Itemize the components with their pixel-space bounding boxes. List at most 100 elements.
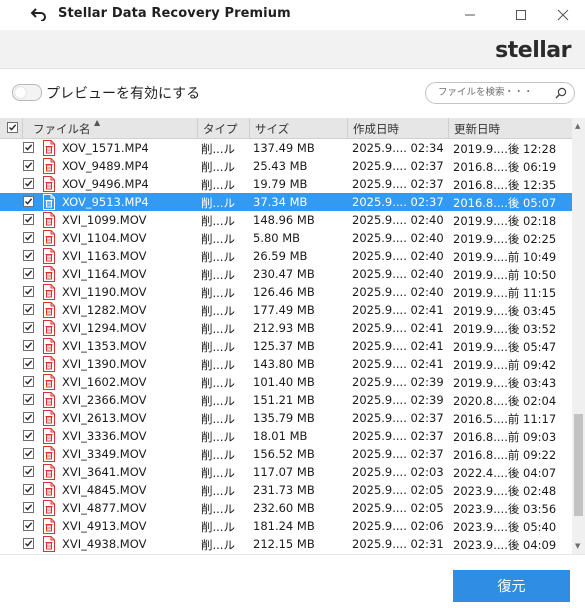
row-checkbox[interactable] — [23, 178, 34, 189]
table-row[interactable]: XVI_4938.MOV 削...ル 212.15 MB 2025.9.... 02:… — [0, 535, 572, 553]
table-row[interactable]: XVI_1353.MOV 削...ル 125.37 MB 2025.9.... 02:… — [0, 337, 572, 355]
search-box[interactable] — [425, 82, 575, 104]
deleted-file-icon — [43, 482, 55, 498]
cell-file-name: XOV_9489.MP4 — [62, 159, 149, 173]
maximize-button[interactable] — [498, 0, 544, 30]
column-header-modified[interactable]: 更新日時 — [454, 121, 500, 137]
preview-toggle-label: プレビューを有効にする — [46, 86, 201, 102]
scroll-up-arrow-icon[interactable]: ▲ — [575, 122, 580, 130]
table-row[interactable]: XVI_1164.MOV 削...ル 230.47 MB 2025.9.... 02:… — [0, 265, 572, 283]
cell-modified: 2019.9....後 02:25 — [453, 232, 557, 246]
header-separator[interactable] — [249, 118, 250, 138]
column-header-created[interactable]: 作成日時 — [353, 121, 399, 137]
select-all-checkbox[interactable] — [7, 122, 18, 133]
table-row[interactable]: XVI_3349.MOV 削...ル 156.52 MB 2025.9.... 02:… — [0, 445, 572, 463]
table-row[interactable]: XVI_4913.MOV 削...ル 181.24 MB 2025.9.... 02:… — [0, 517, 572, 535]
table-row[interactable]: XVI_3336.MOV 削...ル 18.01 MB 2025.9.... 02:3… — [0, 427, 572, 445]
table-row[interactable]: XVI_1104.MOV 削...ル 5.80 MB 2025.9.... 02:40… — [0, 229, 572, 247]
row-checkbox[interactable] — [23, 304, 34, 315]
header-separator[interactable] — [347, 118, 348, 138]
table-row[interactable]: XOV_9489.MP4 削...ル 25.43 MB 2025.9.... 02:3… — [0, 157, 572, 175]
cell-file-name: XVI_3336.MOV — [62, 429, 147, 443]
row-checkbox[interactable] — [23, 376, 34, 387]
column-header-size[interactable]: サイズ — [255, 121, 289, 137]
row-checkbox[interactable] — [23, 520, 34, 531]
row-checkbox[interactable] — [23, 250, 34, 261]
deleted-file-icon — [43, 392, 55, 408]
scroll-down-arrow-icon[interactable]: ▼ — [575, 542, 580, 550]
column-header-type[interactable]: タイプ — [203, 121, 238, 137]
cell-modified: 2023.9....後 05:40 — [453, 520, 557, 534]
cell-type: 削...ル — [201, 448, 235, 462]
table-row[interactable]: XVI_1163.MOV 削...ル 26.59 MB 2025.9.... 02:4… — [0, 247, 572, 265]
row-checkbox[interactable] — [23, 232, 34, 243]
cell-size: 19.79 MB — [253, 177, 308, 191]
scroll-thumb[interactable] — [574, 414, 583, 516]
row-checkbox[interactable] — [23, 412, 34, 423]
deleted-file-icon — [43, 410, 55, 426]
row-checkbox[interactable] — [23, 358, 34, 369]
table-row[interactable]: XOV_9513.MP4 削...ル 37.34 MB 2025.9.... 02:3… — [0, 193, 572, 211]
toggle-knob — [15, 87, 26, 98]
header-separator[interactable] — [197, 118, 198, 138]
back-arrow-icon[interactable] — [30, 7, 48, 21]
row-checkbox[interactable] — [23, 160, 34, 171]
row-checkbox[interactable] — [23, 430, 34, 441]
cell-modified: 2022.4....後 04:07 — [453, 466, 557, 480]
table-row[interactable]: XOV_9496.MP4 削...ル 19.79 MB 2025.9.... 02:3… — [0, 175, 572, 193]
row-checkbox[interactable] — [23, 214, 34, 225]
row-checkbox[interactable] — [23, 538, 34, 549]
row-checkbox[interactable] — [23, 322, 34, 333]
table-row[interactable]: XVI_1390.MOV 削...ル 143.80 MB 2025.9.... 02:… — [0, 355, 572, 373]
deleted-file-icon — [43, 158, 55, 174]
cell-type: 削...ル — [201, 304, 235, 318]
cell-file-name: XVI_3349.MOV — [62, 447, 147, 461]
cell-size: 231.73 MB — [253, 483, 315, 497]
cell-created: 2025.9.... 02:39 — [352, 375, 444, 389]
table-row[interactable]: XOV_1571.MP4 削...ル 137.49 MB 2025.9.... 02:… — [0, 139, 572, 157]
row-checkbox[interactable] — [23, 466, 34, 477]
cell-size: 151.21 MB — [253, 393, 315, 407]
row-checkbox[interactable] — [23, 142, 34, 153]
column-header-name[interactable]: ファイル名 — [33, 121, 91, 137]
search-icon[interactable] — [555, 87, 567, 99]
minimize-icon — [465, 14, 475, 16]
row-checkbox[interactable] — [23, 448, 34, 459]
table-row[interactable]: XVI_2366.MOV 削...ル 151.21 MB 2025.9.... 02:… — [0, 391, 572, 409]
search-input[interactable] — [438, 85, 548, 100]
cell-created: 2025.9.... 02:37 — [352, 159, 444, 173]
table-row[interactable]: XVI_1602.MOV 削...ル 101.40 MB 2025.9.... 02:… — [0, 373, 572, 391]
cell-type: 削...ル — [201, 412, 235, 426]
cell-created: 2025.9.... 02:40 — [352, 213, 444, 227]
row-checkbox[interactable] — [23, 268, 34, 279]
cell-created: 2025.9.... 02:40 — [352, 285, 444, 299]
cell-created: 2025.9.... 02:40 — [352, 231, 444, 245]
preview-toggle[interactable] — [12, 84, 42, 101]
table-row[interactable]: XVI_4845.MOV 削...ル 231.73 MB 2025.9.... 02:… — [0, 481, 572, 499]
cell-file-name: XVI_4913.MOV — [62, 519, 147, 533]
row-checkbox[interactable] — [23, 286, 34, 297]
table-row[interactable]: XVI_4877.MOV 削...ル 232.60 MB 2025.9.... 02:… — [0, 499, 572, 517]
deleted-file-icon — [43, 194, 55, 210]
cell-modified: 2016.8....後 06:19 — [453, 160, 557, 174]
table-row[interactable]: XVI_2613.MOV 削...ル 135.79 MB 2025.9.... 02:… — [0, 409, 572, 427]
table-row[interactable]: XVI_1099.MOV 削...ル 148.96 MB 2025.9.... 02:… — [0, 211, 572, 229]
cell-size: 18.01 MB — [253, 429, 308, 443]
table-row[interactable]: XVI_3641.MOV 削...ル 117.07 MB 2025.9.... 02:… — [0, 463, 572, 481]
minimize-button[interactable] — [447, 0, 493, 30]
window-title: Stellar Data Recovery Premium — [58, 6, 291, 21]
row-checkbox[interactable] — [23, 340, 34, 351]
header-separator[interactable] — [448, 118, 449, 138]
close-button[interactable] — [540, 0, 585, 30]
row-checkbox[interactable] — [23, 484, 34, 495]
row-checkbox[interactable] — [23, 394, 34, 405]
row-checkbox[interactable] — [23, 502, 34, 513]
table-row[interactable]: XVI_1190.MOV 削...ル 126.46 MB 2025.9.... 02:… — [0, 283, 572, 301]
row-checkbox[interactable] — [23, 196, 34, 207]
table-row[interactable]: XVI_1294.MOV 削...ル 212.93 MB 2025.9.... 02:… — [0, 319, 572, 337]
recover-button[interactable]: 復元 — [453, 570, 570, 602]
table-row[interactable]: XVI_1282.MOV 削...ル 177.49 MB 2025.9.... 02:… — [0, 301, 572, 319]
cell-file-name: XVI_3641.MOV — [62, 465, 147, 479]
cell-type: 削...ル — [201, 160, 235, 174]
vertical-scrollbar[interactable]: ▲ ▼ — [572, 118, 585, 554]
